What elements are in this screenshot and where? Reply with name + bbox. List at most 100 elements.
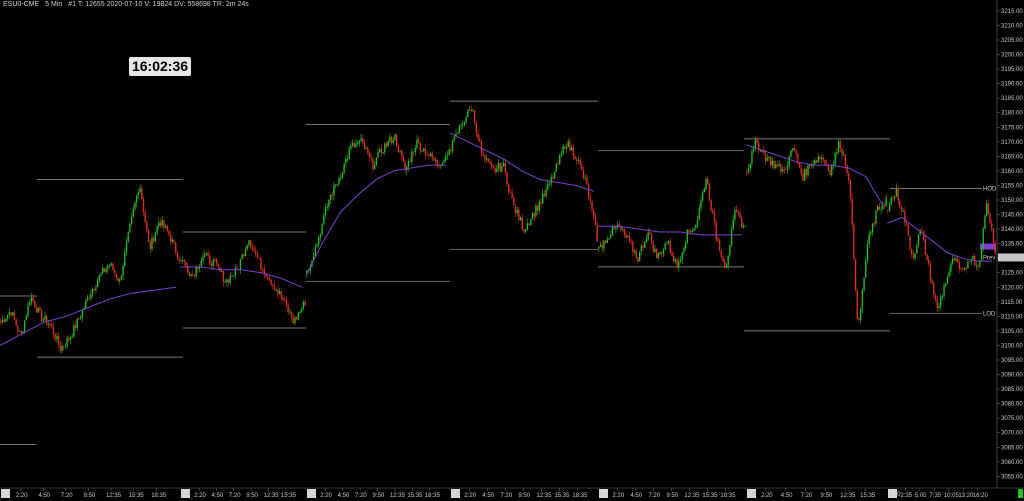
candle-body — [365, 148, 367, 149]
candle-body — [533, 213, 535, 217]
candle-body — [61, 345, 63, 351]
candle-body — [841, 148, 843, 155]
candle-body — [914, 253, 916, 259]
candle-body — [105, 268, 107, 272]
candle-body — [130, 216, 133, 224]
candles — [0, 105, 996, 354]
candle-body — [593, 210, 595, 217]
candle-body — [657, 253, 660, 259]
candle-body — [122, 265, 124, 276]
candle-body — [785, 169, 787, 170]
candle-body — [120, 275, 123, 280]
candle-body — [800, 167, 802, 174]
candle-body — [57, 335, 60, 345]
candle-body — [345, 159, 347, 164]
candle-body — [737, 211, 740, 214]
time-tick-label: 7:20 — [61, 493, 73, 499]
candle-body — [946, 276, 949, 284]
candle-body — [438, 165, 440, 167]
candle-body — [683, 248, 685, 253]
candle-body — [49, 324, 51, 325]
candle-body — [848, 173, 850, 180]
candle-body — [904, 211, 906, 223]
candle-body — [851, 198, 853, 225]
candle-body — [161, 219, 163, 226]
candle-body — [557, 163, 559, 165]
session-time-labels: 7-8 2:20 4:50 7:20 9:50 12:35 15:35 18:35 — [451, 488, 588, 499]
time-tick-label: 4:50 — [781, 493, 793, 499]
vwap-line — [449, 132, 595, 192]
candle-body — [226, 279, 228, 282]
candle-body — [786, 165, 789, 170]
candle-body — [44, 316, 46, 320]
candle-body — [759, 150, 762, 152]
price-tick-label: 3175.00 — [1001, 125, 1023, 131]
candle-body — [389, 136, 391, 142]
candle-body — [968, 261, 971, 263]
levels: HOD LOD — [0, 100, 997, 445]
date-label: 7-10 — [889, 492, 902, 498]
candle-body — [577, 159, 580, 161]
candle-body — [516, 209, 518, 214]
candle-body — [984, 216, 986, 229]
date-label: 7-7 — [308, 492, 317, 498]
candle-body — [5, 318, 7, 322]
candle-body — [928, 259, 930, 264]
candle-body — [734, 209, 736, 220]
time-tick-label: 18:35 — [151, 493, 167, 499]
candle-body — [975, 265, 978, 267]
vwap-line — [886, 216, 992, 262]
candle-body — [137, 192, 140, 196]
candle-body — [926, 254, 928, 260]
price-tick-label: 3095.00 — [1001, 358, 1023, 364]
candle-body — [861, 289, 864, 309]
vwap-line — [180, 266, 303, 288]
candle-body — [888, 204, 891, 211]
candle-body — [625, 234, 627, 238]
candle-body — [10, 312, 12, 316]
candle-body — [502, 162, 505, 167]
candle-body — [606, 239, 609, 243]
candle-body — [627, 236, 629, 238]
candle-body — [32, 297, 34, 302]
candle-body — [108, 264, 111, 267]
candle-body — [528, 223, 530, 226]
candle-body — [204, 254, 206, 257]
level-label: HOD — [983, 186, 997, 192]
candle-body — [576, 159, 578, 161]
candle-body — [543, 193, 546, 197]
candle-body — [834, 153, 836, 164]
candle-body — [756, 139, 758, 143]
candle-body — [696, 219, 699, 225]
candle-body — [273, 285, 276, 291]
candle-body — [802, 173, 804, 181]
candle-body — [151, 237, 153, 250]
candle-body — [329, 194, 332, 200]
candle-body — [119, 279, 121, 281]
candle-body — [956, 258, 959, 263]
candle-body — [54, 334, 56, 340]
candle-body — [124, 252, 126, 266]
candle-body — [434, 159, 437, 161]
candle-body — [712, 210, 714, 214]
candle-body — [255, 250, 257, 255]
candle-body — [171, 239, 174, 242]
candle-body — [836, 152, 838, 154]
candle-body — [202, 256, 204, 261]
candle-body — [548, 183, 551, 185]
candle-body — [15, 319, 17, 326]
candle-body — [858, 318, 860, 321]
candle-body — [587, 184, 590, 198]
price-tick-label: 3100.00 — [1001, 343, 1023, 349]
vwap-line — [305, 164, 446, 276]
candle-body — [676, 259, 678, 267]
time-tick-label: 9:50 — [518, 493, 530, 499]
time-tick-label: 2:20 — [761, 493, 773, 499]
price-tick-label: 3160.00 — [1001, 169, 1023, 175]
candle-body — [74, 325, 77, 329]
candle-body — [693, 228, 695, 231]
candle-body — [414, 147, 416, 153]
candle-body — [244, 248, 247, 256]
candle-body — [506, 172, 508, 185]
candle-body — [424, 148, 427, 156]
